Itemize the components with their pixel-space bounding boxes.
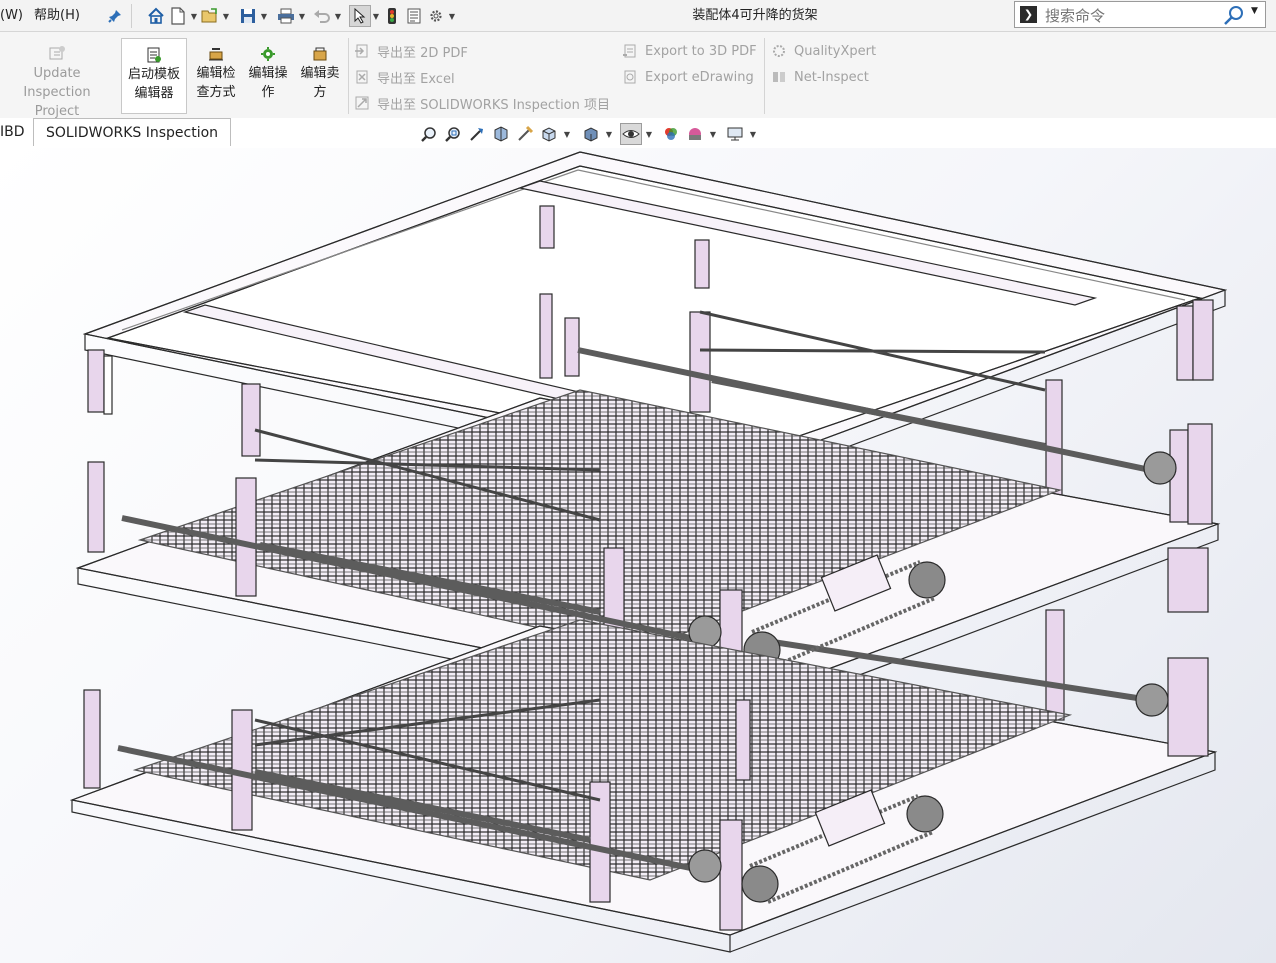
search-icon[interactable] — [1223, 5, 1245, 29]
chevron-down-icon[interactable]: ▼ — [333, 5, 343, 27]
traffic-light-icon[interactable] — [381, 5, 403, 27]
hide-show-items-icon[interactable] — [620, 123, 642, 145]
chevron-down-icon[interactable]: ▼ — [562, 125, 572, 143]
edit-appearance-icon[interactable] — [660, 123, 682, 145]
chevron-down-icon[interactable]: ▼ — [604, 125, 614, 143]
start-template-editor-button[interactable]: 启动模板 编辑器 — [121, 38, 187, 114]
export-excel-label: 导出至 Excel — [377, 71, 455, 87]
menu-window[interactable]: (W) — [0, 0, 23, 31]
chevron-down-icon[interactable]: ▼ — [259, 5, 269, 27]
export-2d-pdf-button[interactable]: 导出至 2D PDF — [354, 41, 468, 61]
pin-icon[interactable] — [104, 5, 126, 27]
chevron-down-icon[interactable]: ▼ — [644, 125, 654, 143]
search-box[interactable]: ❯ ▼ — [1014, 1, 1266, 28]
shelf-assembly-model — [69, 151, 1228, 953]
ribbon: Update Inspection Project 启动模板 编辑器 编辑检 查… — [0, 32, 1276, 119]
inspection-method-icon — [209, 48, 223, 61]
edit-vendor-button[interactable]: 编辑卖 方 — [296, 36, 344, 102]
export-excel-button[interactable]: 导出至 Excel — [354, 67, 455, 87]
save-icon[interactable] — [237, 5, 259, 27]
net-inspect-icon — [773, 72, 785, 82]
quick-access-toolbar: ▼ ▼ ▼ ▼ ▼ ▼ ▼ — [145, 5, 457, 27]
home-icon[interactable] — [145, 5, 167, 27]
qualityxpert-icon — [773, 45, 785, 57]
search-input[interactable] — [1043, 4, 1217, 27]
template-editor-icon — [147, 47, 161, 63]
undo-icon[interactable] — [311, 5, 333, 27]
update-project-icon — [49, 46, 65, 60]
export-sw-inspection-button[interactable]: 导出至 SOLIDWORKS Inspection 项目 — [354, 93, 610, 113]
section-view-icon[interactable] — [490, 123, 512, 145]
edit-operation-button[interactable]: 编辑操 作 — [244, 36, 292, 102]
operation-icon — [261, 47, 275, 61]
heads-up-view-toolbar: ▼ ▼ ▼ ▼ ▼ — [418, 122, 758, 146]
export-3d-pdf-icon — [623, 44, 636, 58]
chevron-down-icon[interactable]: ▼ — [189, 5, 199, 27]
export-2d-pdf-label: 导出至 2D PDF — [377, 45, 468, 61]
export-edrawing-label: Export eDrawing — [645, 69, 754, 85]
net-inspect-label: Net-Inspect — [794, 69, 869, 85]
display-style-icon[interactable] — [580, 123, 602, 145]
template-editor-label-2: 编辑器 — [134, 86, 174, 101]
vendor-label-1: 编辑卖 — [300, 66, 340, 81]
chevron-down-icon[interactable]: ▼ — [447, 5, 457, 27]
edit-inspection-method-button[interactable]: 编辑检 查方式 — [191, 36, 241, 102]
export-edrawing-icon — [624, 70, 636, 84]
export-pdf-icon — [355, 44, 368, 58]
view-settings-icon[interactable] — [724, 123, 746, 145]
open-folder-icon[interactable] — [199, 5, 221, 27]
inspection-method-label-1: 编辑检 — [196, 66, 236, 81]
new-document-icon[interactable] — [167, 5, 189, 27]
chevron-down-icon[interactable]: ▼ — [371, 5, 381, 27]
update-inspection-project-button[interactable]: Update Inspection Project — [0, 36, 114, 121]
title-bar: (W) 帮助(H) ▼ ▼ ▼ ▼ ▼ ▼ ▼ 装配体4可升降的货架 ❯ 搜索命… — [0, 0, 1276, 32]
previous-view-icon[interactable] — [466, 123, 488, 145]
terminal-icon: ❯ — [1020, 6, 1037, 23]
export-sw-inspection-label: 导出至 SOLIDWORKS Inspection 项目 — [377, 97, 611, 113]
bottom-layer — [69, 619, 1218, 953]
window-title: 装配体4可升降的货架 — [692, 8, 818, 23]
operation-label-2: 作 — [261, 85, 275, 100]
menu-help[interactable]: 帮助(H) — [34, 0, 80, 31]
chevron-down-icon[interactable]: ▼ — [221, 5, 231, 27]
view-orientation-icon[interactable] — [538, 123, 560, 145]
update-inspection-label-1: Update Inspection — [23, 66, 91, 100]
gear-icon[interactable] — [425, 5, 447, 27]
apply-scene-icon[interactable] — [684, 123, 706, 145]
select-pointer-icon[interactable] — [349, 5, 371, 27]
zoom-to-area-icon[interactable] — [442, 123, 464, 145]
net-inspect-button[interactable]: Net-Inspect — [771, 67, 869, 87]
operation-label-1: 编辑操 — [248, 66, 288, 81]
ribbon-divider — [764, 38, 765, 114]
export-excel-icon — [356, 70, 368, 84]
divider — [131, 4, 132, 28]
tab-solidworks-inspection[interactable]: SOLIDWORKS Inspection — [33, 118, 232, 146]
ribbon-divider — [348, 38, 349, 114]
qualityxpert-button[interactable]: QualityXpert — [771, 41, 876, 61]
export-edrawing-button[interactable]: Export eDrawing — [622, 67, 754, 87]
tab-mbd[interactable]: IBD — [0, 118, 37, 146]
qualityxpert-label: QualityXpert — [794, 43, 877, 59]
export-3d-pdf-button[interactable]: Export to 3D PDF — [622, 41, 757, 61]
chevron-down-icon[interactable]: ▼ — [1251, 6, 1258, 16]
vendor-icon — [313, 47, 327, 61]
print-icon[interactable] — [275, 5, 297, 27]
export-3d-pdf-label: Export to 3D PDF — [645, 43, 757, 59]
chevron-down-icon[interactable]: ▼ — [708, 125, 718, 143]
inspection-method-label-2: 查方式 — [196, 85, 236, 100]
export-project-icon — [355, 96, 369, 110]
dynamic-annotation-icon[interactable] — [514, 123, 536, 145]
vendor-label-2: 方 — [313, 85, 327, 100]
chevron-down-icon[interactable]: ▼ — [748, 125, 758, 143]
chevron-down-icon[interactable]: ▼ — [297, 5, 307, 27]
file-properties-icon[interactable] — [403, 5, 425, 27]
graphics-area[interactable] — [0, 148, 1276, 963]
zoom-to-fit-icon[interactable] — [418, 123, 440, 145]
template-editor-label-1: 启动模板 — [127, 67, 180, 82]
